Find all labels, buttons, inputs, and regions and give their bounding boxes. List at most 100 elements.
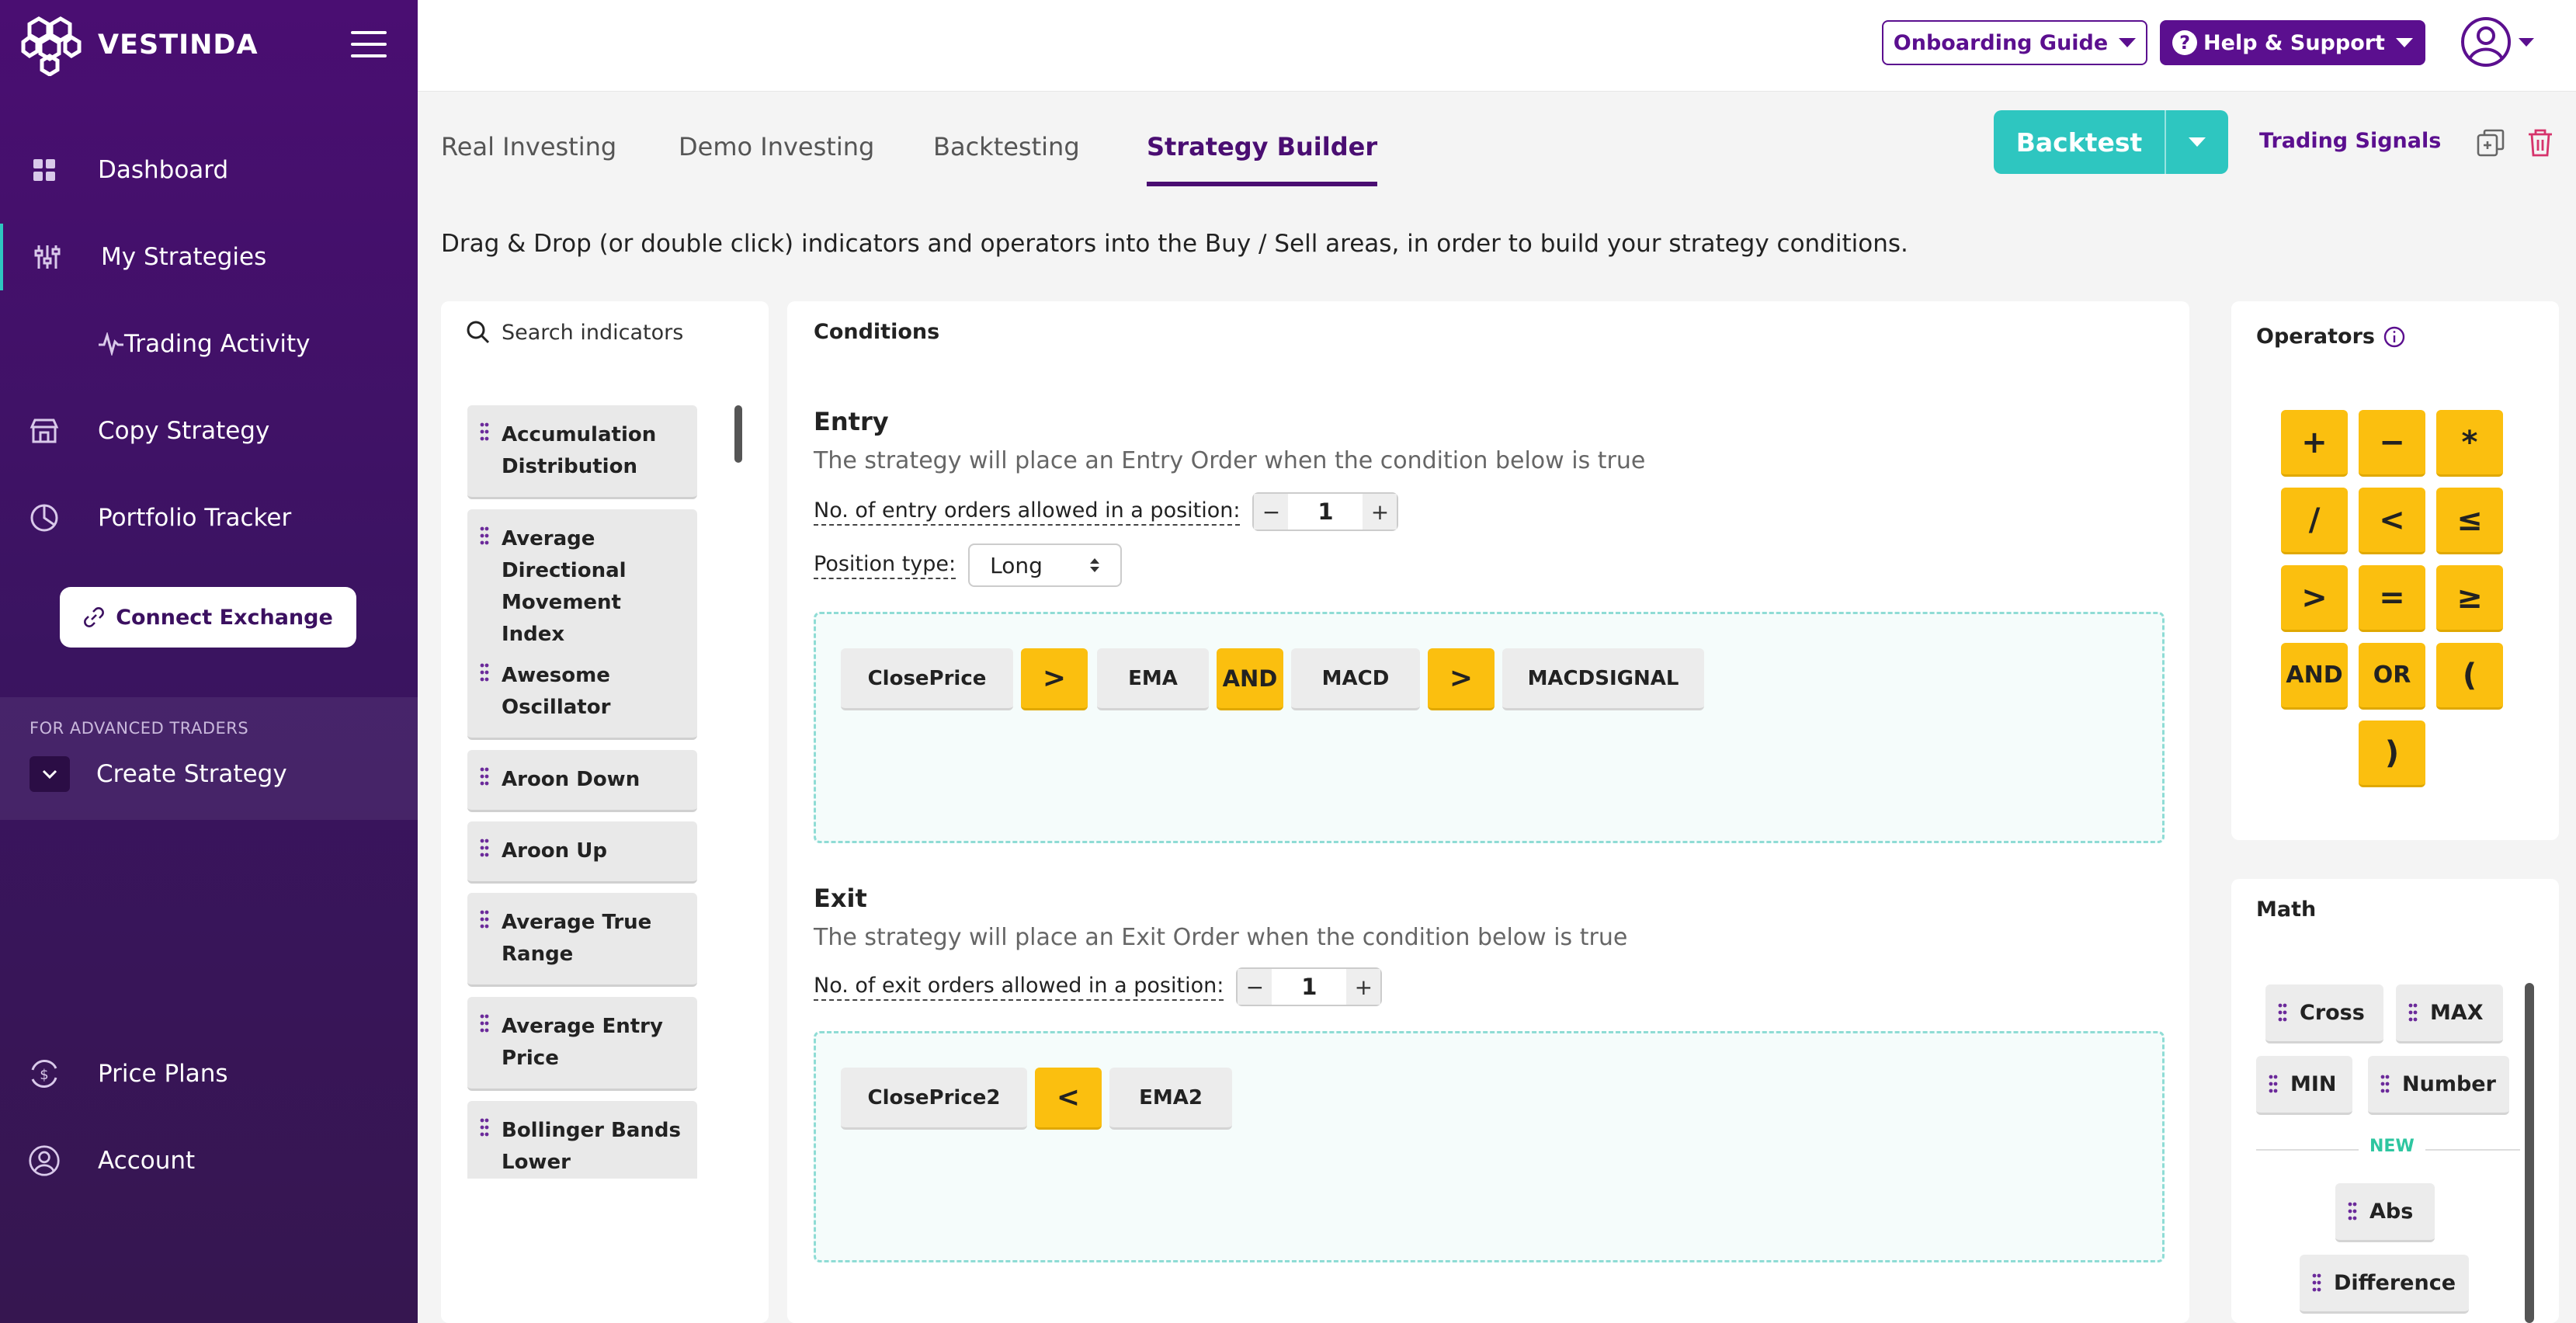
operator-close-paren[interactable]: ) [2359, 721, 2425, 787]
new-label: NEW [2359, 1137, 2425, 1156]
operators-title: Operators [2256, 325, 2406, 349]
operator-and[interactable]: AND [2281, 643, 2348, 710]
sidebar-item-copy-strategy[interactable]: Copy Strategy [0, 398, 418, 464]
increment-button[interactable]: + [1346, 969, 1381, 1005]
operator-token[interactable]: AND [1217, 648, 1283, 710]
operator-minus[interactable]: − [2359, 410, 2425, 477]
condition-token[interactable]: EMA [1097, 648, 1209, 710]
operator-token[interactable]: > [1021, 648, 1088, 710]
tab-demo-investing[interactable]: Demo Investing [679, 132, 874, 186]
sidebar-item-my-strategies[interactable]: My Strategies [0, 224, 418, 290]
pie-chart-icon [28, 502, 61, 534]
indicator-label: Aroon Up [502, 839, 607, 863]
backtest-button[interactable]: Backtest [1994, 110, 2228, 174]
math-item-difference[interactable]: Difference [2300, 1255, 2469, 1314]
onboarding-guide-button[interactable]: Onboarding Guide [1882, 20, 2147, 65]
indicator-item[interactable]: Awesome Oscillator [467, 646, 697, 740]
connect-exchange-button[interactable]: Connect Exchange [60, 587, 356, 648]
help-support-button[interactable]: ? Help & Support [2160, 20, 2425, 65]
link-icon [84, 607, 105, 627]
conditions-panel: Conditions Entry The strategy will place… [787, 301, 2189, 1323]
top-bar: Onboarding Guide ? Help & Support [418, 0, 2576, 92]
math-panel: Math Cross MAX MIN Number NEW Abs Differ… [2231, 879, 2559, 1323]
duplicate-icon[interactable] [2475, 127, 2506, 161]
indicator-item[interactable]: Aroon Down [467, 750, 697, 812]
indicator-scrollbar[interactable] [734, 405, 742, 463]
backtest-dropdown-icon[interactable] [2166, 137, 2228, 147]
decrement-button[interactable]: − [1238, 969, 1272, 1005]
tab-backtesting[interactable]: Backtesting [933, 132, 1080, 186]
tab-real-investing[interactable]: Real Investing [441, 132, 616, 186]
sidebar-item-portfolio-tracker[interactable]: Portfolio Tracker [0, 484, 418, 551]
brand-logo[interactable]: VESTINDA [20, 14, 259, 76]
condition-token[interactable]: MACDSIGNAL [1502, 648, 1704, 710]
indicator-item[interactable]: Accumulation Distribution [467, 405, 697, 499]
math-scrollbar[interactable] [2525, 983, 2534, 1323]
operator-equal[interactable]: = [2359, 565, 2425, 632]
math-item-abs[interactable]: Abs [2335, 1183, 2435, 1242]
math-item-number[interactable]: Number [2368, 1056, 2509, 1115]
indicator-item[interactable]: Average True Range [467, 893, 697, 987]
trading-signals-link[interactable]: Trading Signals [2259, 129, 2441, 153]
sidebar-item-label: Price Plans [98, 1060, 228, 1088]
math-title: Math [2256, 898, 2317, 922]
indicator-label: Average Directional Movement Index [502, 527, 627, 646]
position-type-select[interactable]: Long [968, 543, 1123, 587]
user-menu[interactable] [2460, 16, 2534, 68]
condition-token[interactable]: EMA2 [1109, 1068, 1232, 1130]
operator-greater[interactable]: > [2281, 565, 2348, 632]
info-icon[interactable] [2383, 325, 2406, 349]
sidebar-item-trading-activity[interactable]: Trading Activity [0, 311, 418, 377]
exit-orders-value[interactable]: 1 [1272, 974, 1346, 1000]
drag-handle-icon [2269, 1075, 2278, 1093]
sidebar-item-dashboard[interactable]: Dashboard [0, 137, 418, 203]
operator-divide[interactable]: / [2281, 488, 2348, 554]
position-type-setting: Position type: Long [814, 543, 1123, 587]
drag-handle-icon [480, 663, 489, 682]
math-item-max[interactable]: MAX [2396, 984, 2503, 1043]
operator-or[interactable]: OR [2359, 643, 2425, 710]
increment-button[interactable]: + [1363, 494, 1397, 530]
operator-greater-equal[interactable]: ≥ [2436, 565, 2503, 632]
position-type-label: Position type: [814, 552, 956, 579]
sidebar-item-label: Trading Activity [124, 330, 311, 358]
condition-token[interactable]: ClosePrice2 [841, 1068, 1027, 1130]
sidebar-item-create-strategy[interactable]: Create Strategy [30, 755, 287, 793]
sidebar-item-label: Portfolio Tracker [98, 504, 292, 532]
exit-title: Exit [814, 884, 867, 913]
sidebar: VESTINDA Dashboard My Strategies Trading… [0, 0, 418, 1323]
indicator-item[interactable]: Average Entry Price [467, 997, 697, 1091]
drag-handle-icon [480, 1118, 489, 1137]
indicator-item[interactable]: Bollinger Bands Lower [467, 1101, 697, 1179]
conditions-title: Conditions [814, 320, 940, 344]
indicator-label: Average True Range [502, 911, 652, 966]
operator-less-equal[interactable]: ≤ [2436, 488, 2503, 554]
menu-toggle-icon[interactable] [351, 31, 387, 59]
indicator-items: Accumulation Distribution Average Direct… [441, 301, 769, 1179]
operator-plus[interactable]: + [2281, 410, 2348, 477]
entry-drop-zone[interactable]: ClosePrice > EMA AND MACD > MACDSIGNAL [814, 612, 2165, 843]
operator-token[interactable]: > [1428, 648, 1495, 710]
decrement-button[interactable]: − [1254, 494, 1289, 530]
connect-exchange-label: Connect Exchange [116, 605, 333, 630]
operator-less[interactable]: < [2359, 488, 2425, 554]
condition-token[interactable]: ClosePrice [841, 648, 1013, 710]
exit-drop-zone[interactable]: ClosePrice2 < EMA2 [814, 1031, 2165, 1262]
tab-strategy-builder[interactable]: Strategy Builder [1147, 132, 1378, 186]
drag-handle-icon [480, 526, 489, 545]
sidebar-item-account[interactable]: Account [0, 1127, 418, 1194]
indicator-item[interactable]: Aroon Up [467, 821, 697, 884]
operator-open-paren[interactable]: ( [2436, 643, 2503, 710]
sidebar-item-price-plans[interactable]: $ Price Plans [0, 1040, 418, 1107]
trash-icon[interactable] [2526, 127, 2554, 161]
math-item-label: MIN [2290, 1072, 2337, 1096]
condition-token[interactable]: MACD [1291, 648, 1420, 710]
entry-orders-value[interactable]: 1 [1288, 498, 1363, 525]
math-item-label: Cross [2300, 1001, 2365, 1025]
onboarding-guide-label: Onboarding Guide [1893, 30, 2109, 55]
math-item-min[interactable]: MIN [2256, 1056, 2352, 1115]
operator-token[interactable]: < [1035, 1068, 1102, 1130]
indicator-item[interactable]: Average Directional Movement Index [467, 509, 697, 667]
math-item-cross[interactable]: Cross [2265, 984, 2383, 1043]
operator-multiply[interactable]: * [2436, 410, 2503, 477]
